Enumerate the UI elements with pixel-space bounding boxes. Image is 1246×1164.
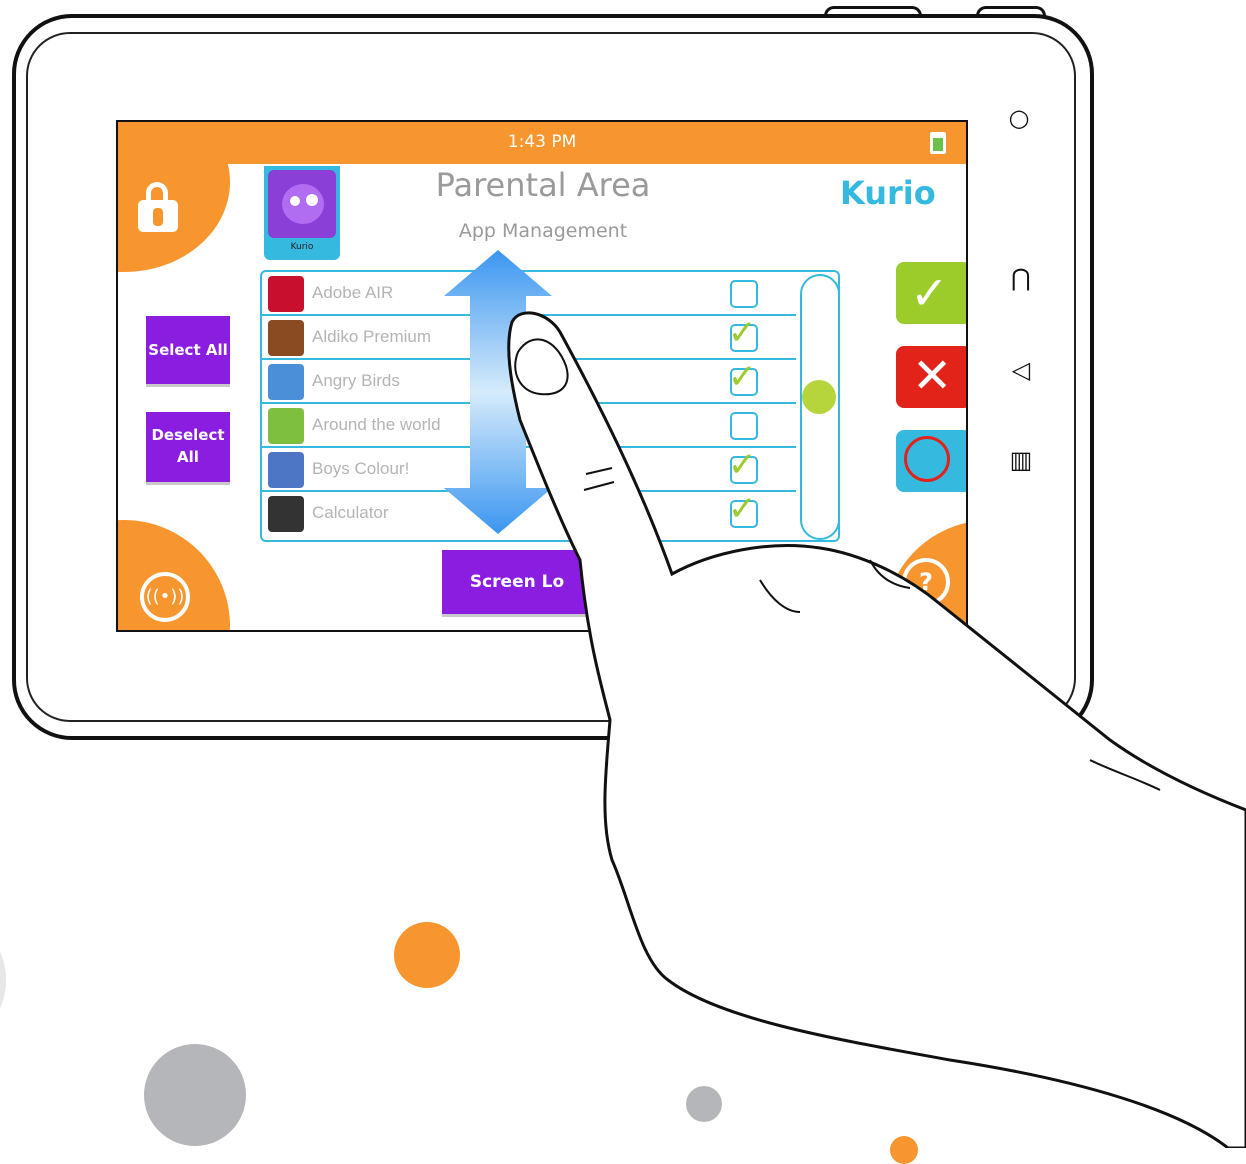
pointing-hand	[507, 311, 1246, 1148]
